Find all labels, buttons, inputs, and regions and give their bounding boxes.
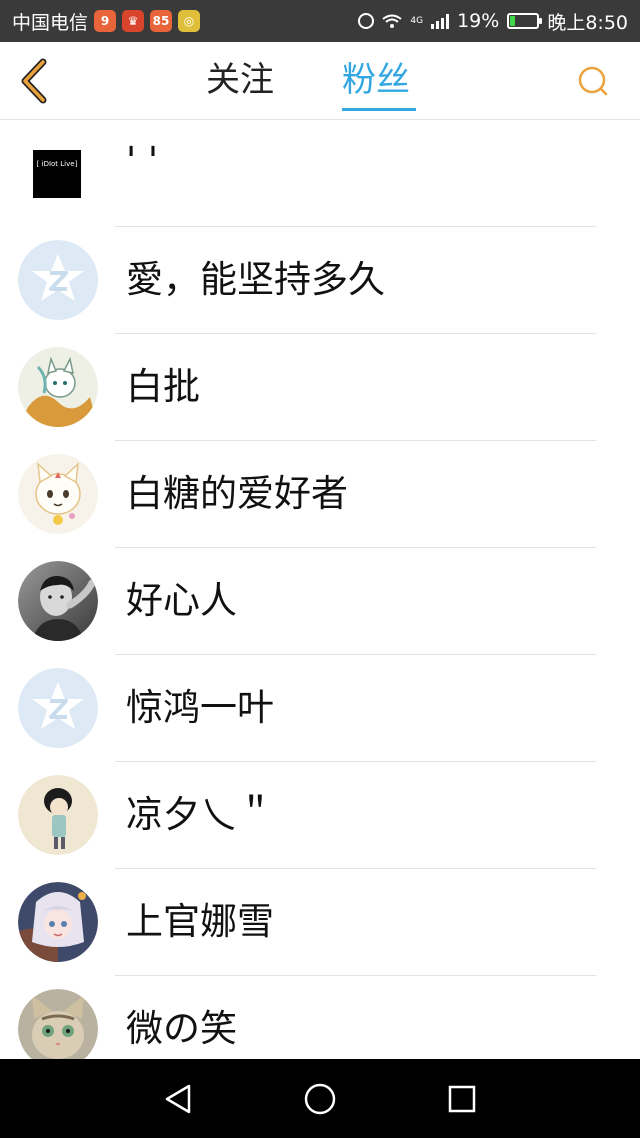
battery-fill [510,16,516,26]
header: 关注 粉丝 [0,42,640,120]
alarm-icon [358,13,375,29]
search-icon [578,66,608,96]
active-tab-indicator [342,108,416,111]
nav-recents-button[interactable] [442,1079,482,1119]
chevron-left-icon [21,58,47,104]
default-qzone-avatar [18,240,98,320]
battery-percent: 19% [457,10,500,32]
boy-photo-avatar [18,561,98,641]
cat-illustration-avatar [18,347,98,427]
tab-follow[interactable]: 关注 [206,58,274,102]
follower-name: 白批 [126,365,200,408]
list-item[interactable]: 白糖的爱好者 [0,441,640,548]
screen: 中国电信 9 ♛ 85 ◎ 4G 19% 晚上8:50 关注 粉丝 [iDIo… [0,0,640,1138]
list-item[interactable]: 上官娜雪 [0,869,640,976]
nav-back-button[interactable] [158,1079,198,1119]
follower-name: 微の笑 [126,1007,237,1050]
follower-name: 好心人 [126,579,237,622]
follower-list: [ iDIot Live] ' ' 愛，能坚持多久 白批 白糖的爱好者 好心人 … [0,120,640,1083]
cartoon-boy-avatar [18,775,98,855]
back-button[interactable] [14,58,54,104]
network-type-label: 4G [410,15,424,26]
nav-home-icon [304,1083,336,1115]
follower-name: 惊鸿一叶 [126,686,274,729]
list-item[interactable]: [ iDIot Live] ' ' [0,120,640,227]
wifi-icon [382,14,403,28]
search-button[interactable] [576,64,610,98]
cartoon-cat-avatar [18,454,98,534]
nav-recents-icon [448,1085,476,1113]
app-badge-icon-3: 85 [150,10,173,32]
status-bar: 中国电信 9 ♛ 85 ◎ 4G 19% 晚上8:50 [0,0,640,42]
follower-name: 愛，能坚持多久 [126,258,385,301]
follower-name: 凉夕乀＂ [126,793,274,836]
carrier-label: 中国电信 [12,11,89,34]
list-item[interactable]: 惊鸿一叶 [0,655,640,762]
app-badge-icon-2: ♛ [122,10,145,32]
app-badge-icon-1: 9 [94,10,117,32]
list-item[interactable]: 凉夕乀＂ [0,762,640,869]
system-nav-bar [0,1059,640,1138]
tab-fans[interactable]: 粉丝 [342,58,410,102]
follower-name: ' ' [126,139,159,182]
list-item[interactable]: 好心人 [0,548,640,655]
list-item[interactable]: 愛，能坚持多久 [0,227,640,334]
nav-back-icon [165,1084,191,1114]
clock: 晚上8:50 [547,11,628,34]
avatar-logo-text: [ iDIot Live] [36,160,78,168]
status-right: 4G 19% 晚上8:50 [358,8,628,35]
follower-name: 白糖的爱好者 [126,472,348,515]
anime-girl-avatar [18,882,98,962]
app-badge-icon-4: ◎ [178,10,201,32]
nav-home-button[interactable] [300,1079,340,1119]
idiot-live-logo: [ iDIot Live] [33,150,81,198]
kitten-photo-avatar [18,989,98,1069]
status-left: 中国电信 9 ♛ 85 ◎ [12,8,201,35]
default-qzone-avatar [18,668,98,748]
list-item[interactable]: 白批 [0,334,640,441]
follower-name: 上官娜雪 [126,900,274,943]
signal-icon [431,13,450,29]
battery-icon [507,13,543,29]
